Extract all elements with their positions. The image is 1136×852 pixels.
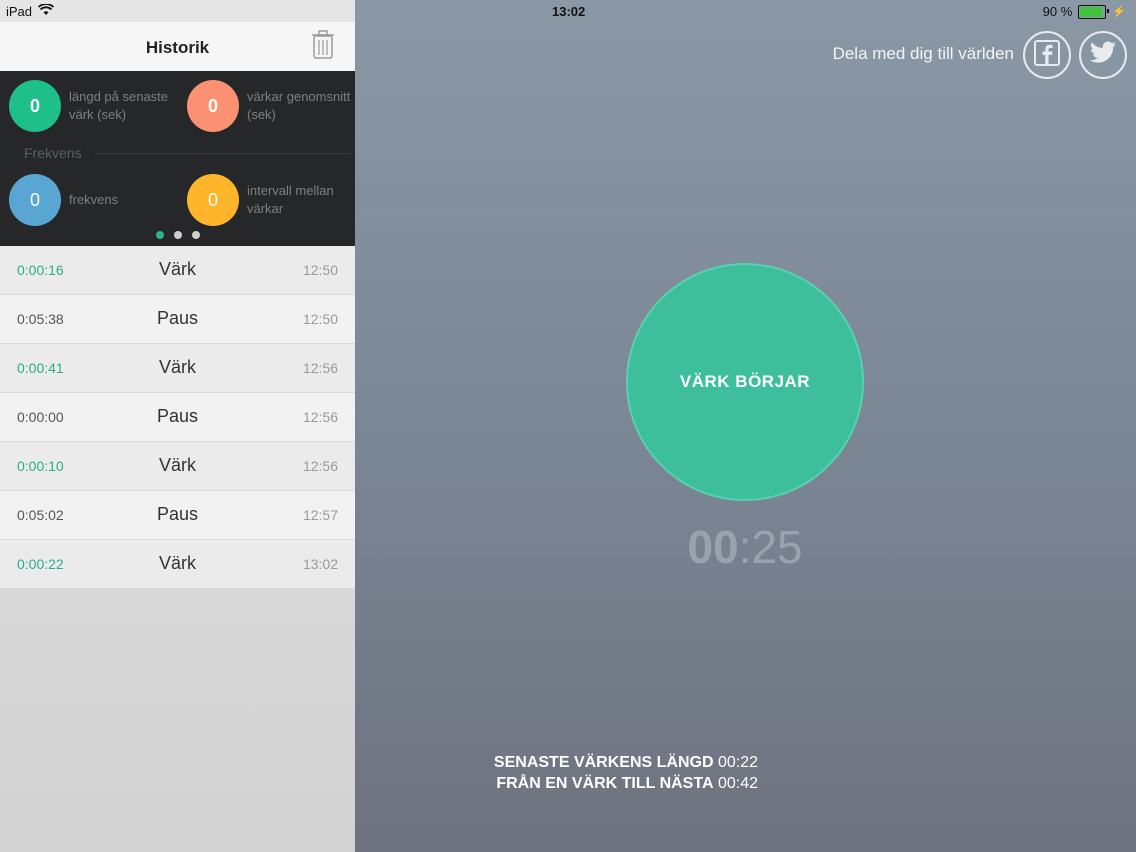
- history-row[interactable]: 0:00:10 Värk 12:56: [0, 442, 355, 491]
- last-length-label: SENASTE VÄRKENS LÄNGD: [493, 754, 714, 771]
- stat-average-value: 0: [187, 80, 239, 132]
- wifi-icon: [37, 3, 55, 19]
- stat-interval-label: intervall mellan värkar: [247, 183, 334, 216]
- stats-panel[interactable]: 0 längd på senaste värk (sek) 0 värkar g…: [0, 71, 355, 246]
- page-dot-3[interactable]: [191, 231, 200, 239]
- timer-seconds: 25: [751, 521, 803, 573]
- facebook-button[interactable]: [1023, 31, 1071, 79]
- history-time: 12:56: [302, 458, 338, 474]
- history-type: Värk: [158, 553, 196, 573]
- page-indicator[interactable]: [0, 231, 355, 239]
- interval-value: 00:42: [717, 775, 758, 792]
- charging-icon: ⚡: [1112, 6, 1126, 18]
- history-time: 12:50: [302, 262, 338, 278]
- battery-percent: 90 %: [1042, 4, 1073, 19]
- page-title: Historik: [145, 38, 210, 57]
- history-type: Värk: [158, 357, 196, 377]
- history-type: Paus: [156, 504, 199, 524]
- start-contraction-button[interactable]: VÄRK BÖRJAR: [626, 263, 864, 501]
- share-text: Dela med dig till världen: [832, 44, 1014, 63]
- history-type: Paus: [156, 308, 199, 328]
- history-navbar: Historik: [0, 22, 355, 72]
- frequency-divider: [95, 153, 350, 154]
- device-name: iPad: [6, 4, 33, 19]
- stat-last-length: 0 längd på senaste värk (sek): [9, 80, 179, 132]
- history-row[interactable]: 0:00:41 Värk 12:56: [0, 344, 355, 393]
- history-time: 12:50: [302, 311, 338, 327]
- history-type: Värk: [158, 455, 196, 475]
- timer-minutes: 00: [687, 521, 739, 573]
- history-row[interactable]: 0:00:16 Värk 12:50: [0, 246, 355, 295]
- last-length-value: 00:22: [717, 754, 758, 771]
- history-type: Paus: [156, 406, 199, 426]
- timer-separator: :: [738, 521, 752, 573]
- history-row[interactable]: 0:05:02 Paus 12:57: [0, 491, 355, 540]
- history-panel: iPad Historik 0 längd på senaste värk (s…: [0, 0, 355, 852]
- stat-frequency: 0 frekvens: [9, 174, 179, 226]
- stat-last-length-label: längd på senaste värk (sek): [69, 89, 169, 122]
- stat-frequency-label: frekvens: [69, 192, 119, 207]
- timer-panel: 13:02 90 % ⚡ Dela med dig till världen V…: [355, 0, 1136, 852]
- status-right: 90 % ⚡: [1043, 4, 1126, 19]
- stat-frequency-value: 0: [9, 174, 61, 226]
- interval-label: FRÅN EN VÄRK TILL NÄSTA: [496, 775, 714, 792]
- facebook-icon: [1034, 39, 1060, 71]
- stat-last-length-value: 0: [9, 80, 61, 132]
- elapsed-timer: 00:25: [635, 520, 855, 574]
- stat-average-label: värkar genomsnitt (sek): [247, 89, 351, 122]
- history-time: 13:02: [302, 556, 338, 572]
- twitter-icon: [1089, 41, 1117, 70]
- history-row[interactable]: 0:00:00 Paus 12:56: [0, 393, 355, 442]
- history-row[interactable]: 0:00:22 Värk 13:02: [0, 540, 355, 589]
- stat-interval: 0 intervall mellan värkar: [187, 174, 357, 226]
- twitter-button[interactable]: [1079, 31, 1127, 79]
- page-dot-1[interactable]: [155, 231, 164, 239]
- stat-average: 0 värkar genomsnitt (sek): [187, 80, 357, 132]
- history-list: 0:00:16 Värk 12:50 0:05:38 Paus 12:50 0:…: [0, 246, 355, 589]
- status-time: 13:02: [552, 4, 586, 19]
- stat-interval-value: 0: [187, 174, 239, 226]
- last-length-line: SENASTE VÄRKENS LÄNGD 00:22: [473, 752, 758, 773]
- history-time: 12:56: [302, 360, 338, 376]
- history-row[interactable]: 0:05:38 Paus 12:50: [0, 295, 355, 344]
- battery-icon: [1078, 4, 1110, 19]
- frequency-title: Frekvens: [24, 145, 82, 161]
- page-dot-2[interactable]: [173, 231, 182, 239]
- interval-line: FRÅN EN VÄRK TILL NÄSTA 00:42: [473, 773, 758, 794]
- history-time: 12:56: [302, 409, 338, 425]
- status-left: iPad: [6, 3, 55, 19]
- trash-icon[interactable]: [311, 30, 335, 65]
- summary: SENASTE VÄRKENS LÄNGD 00:22 FRÅN EN VÄRK…: [473, 752, 758, 794]
- history-time: 12:57: [302, 507, 338, 523]
- history-type: Värk: [158, 259, 196, 279]
